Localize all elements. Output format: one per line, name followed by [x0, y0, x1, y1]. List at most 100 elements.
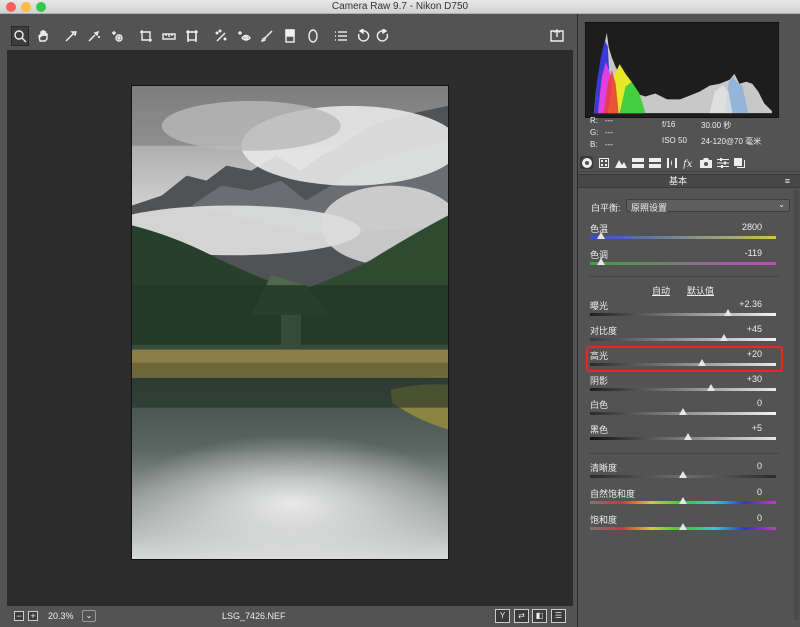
copy-settings-button[interactable]: ◧ — [532, 609, 547, 623]
tint-thumb[interactable] — [597, 258, 606, 265]
blacks-thumb[interactable] — [683, 433, 692, 440]
spot-removal-tool[interactable] — [212, 26, 230, 46]
graduated-filter-icon — [285, 29, 295, 43]
saturation-label: 饱和度 — [590, 515, 618, 525]
vibrance-label: 自然饱和度 — [590, 489, 636, 499]
tab-split-toning[interactable] — [648, 156, 661, 169]
auto-link[interactable]: 自动 — [652, 284, 670, 297]
tab-detail[interactable] — [614, 156, 627, 169]
exposure-thumb[interactable] — [723, 309, 732, 316]
color-sampler-icon — [88, 30, 100, 42]
iso: ISO 50 — [662, 136, 687, 145]
default-link[interactable]: 默认值 — [687, 284, 714, 297]
contrast-value[interactable]: +45 — [747, 324, 762, 334]
temperature-value[interactable]: 2800 — [742, 222, 762, 232]
tab-effects[interactable]: fx — [682, 156, 695, 169]
vibrance-value[interactable]: 0 — [757, 487, 762, 497]
b-label: B: — [590, 140, 598, 149]
before-after-view-button[interactable]: Y — [495, 609, 510, 623]
fullscreen-toggle-icon — [550, 29, 564, 42]
radial-filter-icon — [308, 29, 318, 43]
saturation-value[interactable]: 0 — [757, 513, 762, 523]
chevron-down-icon: ⌄ — [778, 200, 785, 209]
clarity-value[interactable]: 0 — [757, 461, 762, 471]
tab-lens-corrections[interactable] — [665, 156, 678, 169]
adjustment-brush-tool[interactable] — [258, 26, 276, 46]
hand-tool[interactable] — [34, 26, 52, 46]
temperature-track[interactable] — [590, 236, 776, 239]
temperature-thumb[interactable] — [597, 232, 606, 239]
whites-thumb[interactable] — [679, 408, 687, 415]
straighten-tool[interactable] — [160, 26, 178, 46]
g-value: --- — [605, 128, 613, 137]
shadows-thumb[interactable] — [706, 384, 715, 391]
aperture: f/16 — [662, 120, 676, 129]
whites-label: 白色 — [590, 400, 609, 410]
vibrance-thumb[interactable] — [679, 497, 687, 504]
panel-tabs: fx — [578, 154, 800, 172]
split-toning-icon — [648, 157, 661, 168]
toggle-settings-button[interactable]: ☰ — [551, 609, 566, 623]
color-sampler-tool[interactable] — [85, 26, 103, 46]
zoom-icon — [14, 30, 27, 43]
landscape-photo — [132, 86, 448, 559]
clarity-thumb[interactable] — [679, 471, 687, 478]
white-balance-select[interactable]: 原照设置 ⌄ — [626, 199, 790, 213]
zoom-in-button[interactable]: + — [28, 611, 38, 621]
panel-menu-icon[interactable]: ≡ — [785, 176, 790, 186]
zoom-out-button[interactable]: − — [14, 611, 24, 621]
zoom-level-dropdown[interactable]: ⌄ — [82, 610, 96, 622]
whites-value[interactable]: 0 — [757, 398, 762, 408]
b-value: --- — [605, 140, 613, 149]
divider — [589, 276, 779, 277]
radial-filter-tool[interactable] — [304, 26, 322, 46]
shadows-value[interactable]: +30 — [747, 374, 762, 384]
zoom-tool[interactable] — [11, 26, 29, 46]
shadows-label: 阴影 — [590, 376, 609, 386]
window-title: Camera Raw 9.7 - Nikon D750 — [331, 1, 469, 12]
panel-title: 基本 — [668, 176, 687, 186]
targeted-adjustment-tool[interactable] — [108, 26, 126, 46]
blacks-slider-row: 黑色 +5 — [590, 423, 776, 445]
panel-header: 基本 ≡ — [578, 174, 800, 188]
contrast-track[interactable] — [590, 338, 776, 341]
tab-hsl[interactable] — [631, 156, 644, 169]
transform-icon — [186, 30, 198, 42]
rotate-right-button[interactable] — [374, 26, 392, 46]
crop-tool[interactable] — [137, 26, 155, 46]
pixel-info: R: --- G: --- B: --- f/16 30.00 秒 ISO 50… — [588, 114, 793, 154]
blacks-value[interactable]: +5 — [752, 423, 762, 433]
photo-preview[interactable] — [131, 85, 449, 560]
panel-scrollbar[interactable] — [794, 190, 799, 620]
exposure-track[interactable] — [590, 313, 776, 316]
contrast-thumb[interactable] — [719, 334, 728, 341]
tab-camera-calibration[interactable] — [699, 156, 712, 169]
tab-presets[interactable] — [716, 156, 729, 169]
graduated-filter-tool[interactable] — [281, 26, 299, 46]
red-eye-tool[interactable] — [235, 26, 253, 46]
transform-tool[interactable] — [183, 26, 201, 46]
temperature-slider-row: 色温 2800 — [590, 222, 776, 244]
r-value: --- — [605, 116, 613, 125]
saturation-slider-row: 饱和度 0 — [590, 513, 776, 535]
presets-icon — [716, 157, 729, 168]
white-balance-tool[interactable] — [62, 26, 80, 46]
tab-tone-curve[interactable] — [597, 156, 610, 169]
shadows-track[interactable] — [590, 388, 776, 391]
rotate-left-button[interactable] — [354, 26, 372, 46]
crop-icon — [140, 30, 152, 42]
tab-basic[interactable] — [580, 156, 593, 169]
tint-track[interactable] — [590, 262, 776, 265]
swap-settings-button[interactable]: ⇄ — [514, 609, 529, 623]
fullscreen-toggle-button[interactable] — [548, 26, 566, 46]
tint-value[interactable]: -119 — [745, 248, 762, 258]
tab-snapshots[interactable] — [733, 156, 746, 169]
preferences-button[interactable] — [332, 26, 350, 46]
saturation-thumb[interactable] — [679, 523, 687, 530]
contrast-slider-row: 对比度 +45 — [590, 324, 776, 346]
exposure-value[interactable]: +2.36 — [739, 299, 762, 309]
status-bar: − + 20.3% ⌄ LSG_7426.NEF Y ⇄ ◧ ☰ — [0, 606, 575, 627]
target-adjust-icon — [112, 31, 123, 42]
preferences-list-icon — [335, 31, 347, 41]
white-balance-value: 原照设置 — [631, 203, 668, 213]
